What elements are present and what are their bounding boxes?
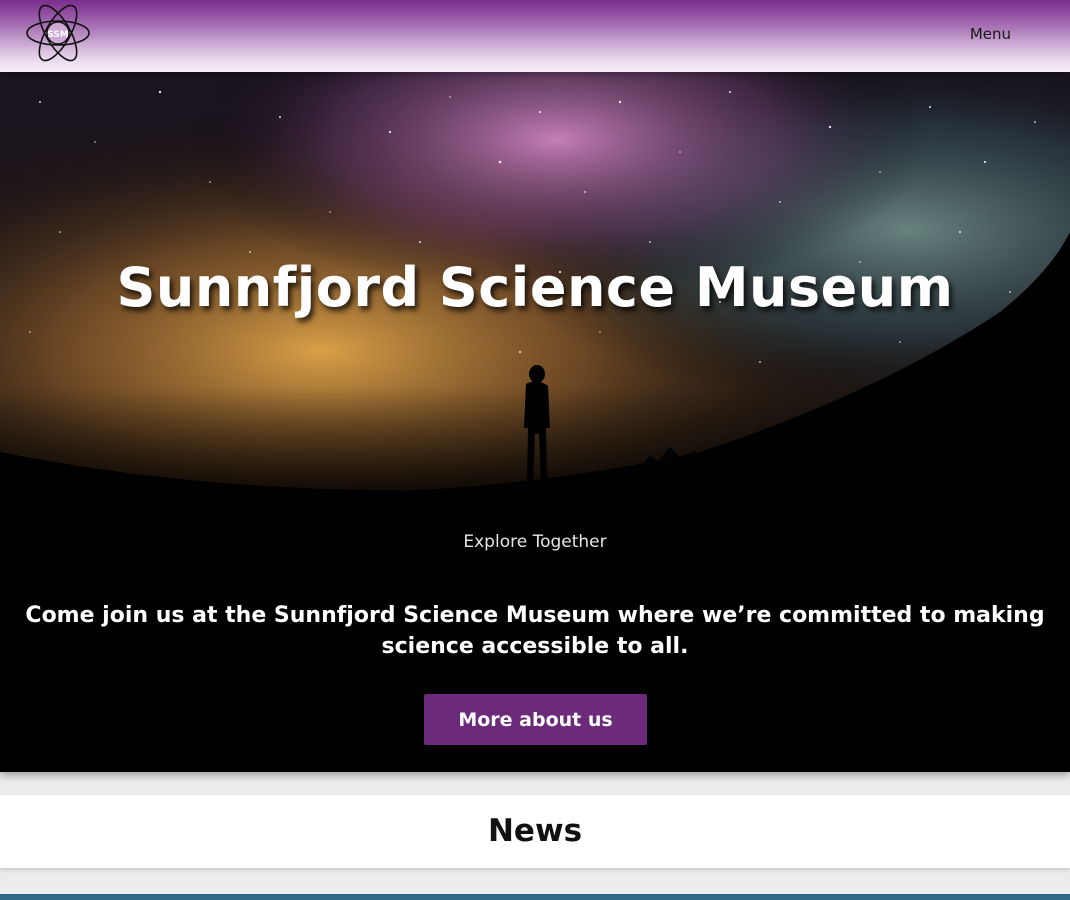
menu-button[interactable]: Menu: [970, 25, 1011, 43]
site-header: SSM Menu: [0, 0, 1070, 72]
news-heading: News: [487, 813, 583, 849]
section-divider-bar: [0, 894, 1070, 900]
logo-text: SSM: [47, 30, 69, 40]
hero-title: Sunnfjord Science Museum: [116, 256, 954, 319]
news-section: News: [0, 795, 1070, 868]
more-about-us-button[interactable]: More about us: [424, 694, 647, 745]
hero-intro-text: Come join us at the Sunnfjord Science Mu…: [25, 603, 1045, 659]
ssm-logo[interactable]: SSM: [24, 0, 92, 68]
atom-logo-icon: SSM: [26, 4, 90, 62]
hero-tagline: Explore Together: [463, 532, 607, 552]
hero-section: Sunnfjord Science Museum Explore Togethe…: [0, 72, 1070, 772]
